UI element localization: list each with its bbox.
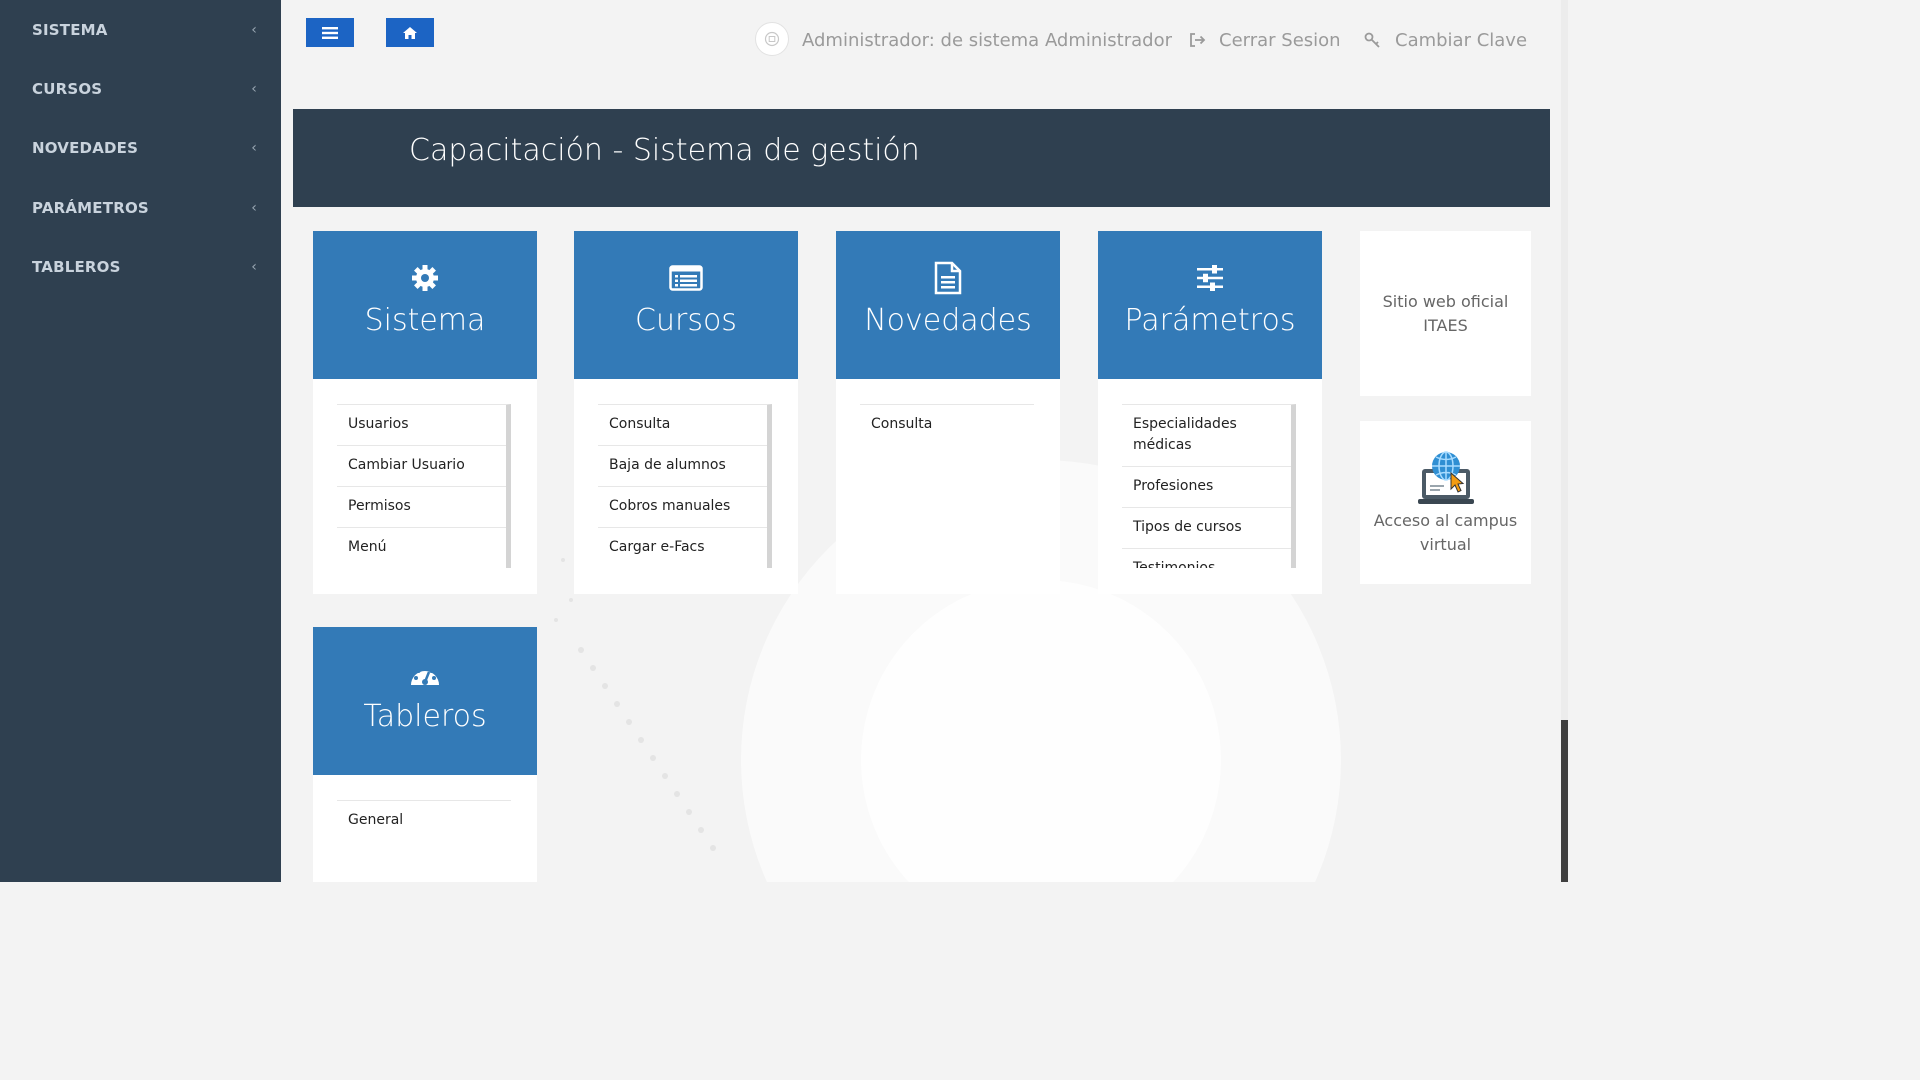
change-password-link[interactable]: Cambiar Clave — [1364, 26, 1527, 54]
bars-icon — [322, 26, 338, 39]
menu-item-cobros-manuales[interactable]: Cobros manuales — [598, 487, 767, 528]
module-header-cursos[interactable]: Cursos — [574, 231, 798, 379]
menu-item-general[interactable]: General — [337, 801, 511, 841]
gear-icon — [408, 261, 442, 295]
menu-toggle-button[interactable] — [306, 18, 354, 47]
sidebar: SISTEMA ‹ CURSOS ‹ NOVEDADES ‹ PARÁMETRO… — [0, 0, 281, 882]
campus-link-label: Acceso al campus virtual — [1373, 510, 1518, 554]
sidebar-item-tableros[interactable]: TABLEROS ‹ — [0, 247, 281, 287]
module-card-tableros: Tableros General — [313, 627, 537, 882]
file-text-icon — [931, 261, 965, 295]
menu-item-baja-alumnos[interactable]: Baja de alumnos — [598, 446, 767, 487]
menu-item-especialidades[interactable]: Especialidades médicas — [1122, 405, 1291, 467]
sidebar-item-label: TABLEROS — [32, 258, 121, 276]
module-menu-list[interactable]: Consulta Baja de alumnos Cobros manuales… — [598, 404, 772, 568]
user-name-text: Administrador: de sistema Administrador — [802, 29, 1173, 51]
module-title: Sistema — [364, 303, 486, 338]
sidebar-item-cursos[interactable]: CURSOS ‹ — [0, 69, 281, 109]
module-card-novedades: Novedades Consulta — [836, 231, 1060, 594]
sidebar-item-novedades[interactable]: NOVEDADES ‹ — [0, 128, 281, 168]
sidebar-item-parametros[interactable]: PARÁMETROS ‹ — [0, 188, 281, 228]
module-title: Novedades — [864, 303, 1032, 338]
website-link-label: Sitio web oficial ITAES — [1382, 291, 1509, 335]
module-header-parametros[interactable]: Parámetros — [1098, 231, 1322, 379]
change-password-label: Cambiar Clave — [1395, 29, 1528, 51]
menu-item-testimonios[interactable]: Testimonios — [1122, 549, 1291, 568]
page-scrollbar[interactable] — [1561, 0, 1568, 882]
module-card-cursos: Cursos Consulta Baja de alumnos Cobros m… — [574, 231, 798, 594]
module-card-parametros: Parámetros Especialidades médicas Profes… — [1098, 231, 1322, 594]
chevron-left-icon: ‹ — [251, 140, 257, 156]
campus-link[interactable]: Acceso al campus virtual — [1360, 421, 1531, 584]
home-icon — [403, 26, 417, 39]
chevron-left-icon: ‹ — [251, 200, 257, 216]
menu-item-permisos[interactable]: Permisos — [337, 487, 506, 528]
user-name-label[interactable]: Administrador: de sistema Administrador — [802, 26, 1172, 54]
sidebar-item-sistema[interactable]: SISTEMA ‹ — [0, 10, 281, 50]
chevron-left-icon: ‹ — [251, 259, 257, 275]
module-menu-list[interactable]: General — [337, 800, 511, 882]
module-menu-list[interactable]: Usuarios Cambiar Usuario Permisos Menú — [337, 404, 511, 568]
user-avatar-icon — [764, 31, 780, 47]
page-scrollbar-thumb[interactable] — [1561, 720, 1568, 882]
key-icon — [1364, 32, 1380, 48]
sign-out-icon — [1190, 33, 1206, 47]
website-link[interactable]: Sitio web oficial ITAES — [1360, 231, 1531, 396]
module-title: Parámetros — [1124, 303, 1296, 338]
sidebar-item-label: PARÁMETROS — [32, 199, 149, 217]
menu-item-consulta[interactable]: Consulta — [860, 405, 1034, 445]
module-card-sistema: Sistema Usuarios Cambiar Usuario Permiso… — [313, 231, 537, 594]
page-header: Capacitación - Sistema de gestión — [293, 109, 1550, 207]
module-header-novedades[interactable]: Novedades — [836, 231, 1060, 379]
menu-item-consulta[interactable]: Consulta — [598, 405, 767, 446]
chevron-left-icon: ‹ — [251, 22, 257, 38]
menu-item-usuarios[interactable]: Usuarios — [337, 405, 506, 446]
list-alt-icon — [669, 261, 703, 295]
sidebar-item-label: SISTEMA — [32, 21, 108, 39]
module-title: Cursos — [635, 303, 737, 338]
module-menu-list[interactable]: Especialidades médicas Profesiones Tipos… — [1122, 404, 1296, 568]
menu-item-profesiones[interactable]: Profesiones — [1122, 467, 1291, 508]
avatar[interactable] — [755, 22, 789, 56]
menu-item-tipos-cursos[interactable]: Tipos de cursos — [1122, 508, 1291, 549]
menu-item-menu[interactable]: Menú — [337, 528, 506, 568]
logout-link[interactable]: Cerrar Sesion — [1189, 26, 1341, 54]
module-header-sistema[interactable]: Sistema — [313, 231, 537, 379]
module-header-tableros[interactable]: Tableros — [313, 627, 537, 775]
page-title: Capacitación - Sistema de gestión — [409, 133, 920, 168]
module-menu-list[interactable]: Consulta — [860, 404, 1034, 568]
sidebar-item-label: NOVEDADES — [32, 139, 139, 157]
chevron-left-icon: ‹ — [251, 81, 257, 97]
sidebar-item-label: CURSOS — [32, 80, 103, 98]
logout-label: Cerrar Sesion — [1219, 29, 1341, 51]
sliders-icon — [1193, 261, 1227, 295]
menu-item-cambiar-usuario[interactable]: Cambiar Usuario — [337, 446, 506, 487]
main-content: Administrador: de sistema Administrador … — [281, 0, 1568, 882]
laptop-globe-icon — [1417, 450, 1474, 504]
dashboard-icon — [408, 657, 442, 691]
menu-item-cargar-efacs[interactable]: Cargar e-Facs — [598, 528, 767, 568]
module-title: Tableros — [363, 699, 487, 734]
home-button[interactable] — [386, 18, 434, 47]
